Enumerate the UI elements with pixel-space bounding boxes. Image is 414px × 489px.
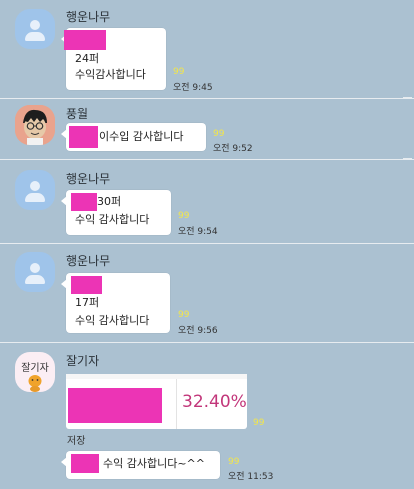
message-bubble[interactable]: 30퍼 수익 감사합니다 <box>61 190 171 235</box>
redacted-block <box>64 30 106 50</box>
sender-name: 행운나무 <box>66 10 111 24</box>
image-top-strip <box>66 374 247 379</box>
timestamp: 오전 9:56 <box>178 326 218 336</box>
avatar-head-icon <box>30 181 40 191</box>
message-bubble[interactable]: 수익 감사합니다~^^ <box>61 451 220 479</box>
redacted-block <box>69 126 98 148</box>
save-link[interactable]: 저장 <box>67 432 85 447</box>
profile-avatar[interactable]: 잘기자 <box>15 352 55 392</box>
message-line: 수익 감사합니다~^^ <box>103 457 205 470</box>
unread-count: 99 <box>178 211 190 221</box>
redacted-block <box>71 276 102 294</box>
avatar-head-icon <box>30 263 40 273</box>
message-1: 행운나무 24퍼 수익감사합니다 99 오전 9:45 <box>0 0 414 98</box>
avatar-body-icon <box>25 193 45 202</box>
message-line: 수익감사합니다 <box>75 68 146 81</box>
message-line: 17퍼 <box>75 296 100 309</box>
unread-count: 99 <box>228 457 240 467</box>
timestamp: 오전 9:54 <box>178 227 218 237</box>
sender-name: 잘기자 <box>66 354 100 368</box>
message-4: 행운나무 17퍼 수익 감사합니다 99 오전 9:56 <box>0 244 414 342</box>
message-bubble[interactable]: 이수입 감사합니다 <box>61 123 206 151</box>
default-avatar[interactable] <box>15 252 55 292</box>
avatar-head-icon <box>30 20 40 30</box>
timestamp: 오전 9:52 <box>213 144 253 154</box>
profile-avatar[interactable] <box>15 105 55 145</box>
message-line: 24퍼 <box>75 52 100 65</box>
redacted-block <box>68 388 162 423</box>
timestamp: 오전 11:53 <box>228 472 274 482</box>
sender-name: 풍월 <box>66 107 89 121</box>
message-3: 행운나무 30퍼 수익 감사합니다 99 오전 9:54 <box>0 160 414 243</box>
sender-name: 행운나무 <box>66 254 111 268</box>
unread-count: 99 <box>253 418 265 428</box>
avatar-body-icon <box>25 32 45 41</box>
message-bubble[interactable]: 24퍼 수익감사합니다 <box>61 28 166 90</box>
timestamp: 오전 9:45 <box>173 83 213 93</box>
image-divider <box>176 379 177 429</box>
sender-name: 행운나무 <box>66 172 111 186</box>
message-bubble[interactable]: 17퍼 수익 감사합니다 <box>61 273 170 333</box>
unread-count: 99 <box>213 129 225 139</box>
character-avatar-icon <box>28 375 42 392</box>
unread-count: 99 <box>173 67 185 77</box>
character-avatar-icon <box>15 105 55 145</box>
avatar-body-icon <box>25 275 45 284</box>
percent-value: 32.40% <box>182 392 247 412</box>
unread-count: 99 <box>178 310 190 320</box>
message-2: 풍월 이수입 감사합니다 99 오전 9:52 <box>0 99 414 159</box>
message-line: 이수입 감사합니다 <box>99 130 184 143</box>
redacted-block <box>71 193 97 211</box>
message-line: 수익 감사합니다 <box>75 213 150 226</box>
default-avatar[interactable] <box>15 9 55 49</box>
default-avatar[interactable] <box>15 170 55 210</box>
image-attachment[interactable]: 32.40% <box>66 374 247 429</box>
redacted-block <box>71 454 99 473</box>
message-5: 잘기자 잘기자 32.40% 99 저장 수익 감사합니다~^^ 99 오전 1… <box>0 343 414 489</box>
message-line: 30퍼 <box>97 195 122 208</box>
message-line: 수익 감사합니다 <box>75 314 150 327</box>
